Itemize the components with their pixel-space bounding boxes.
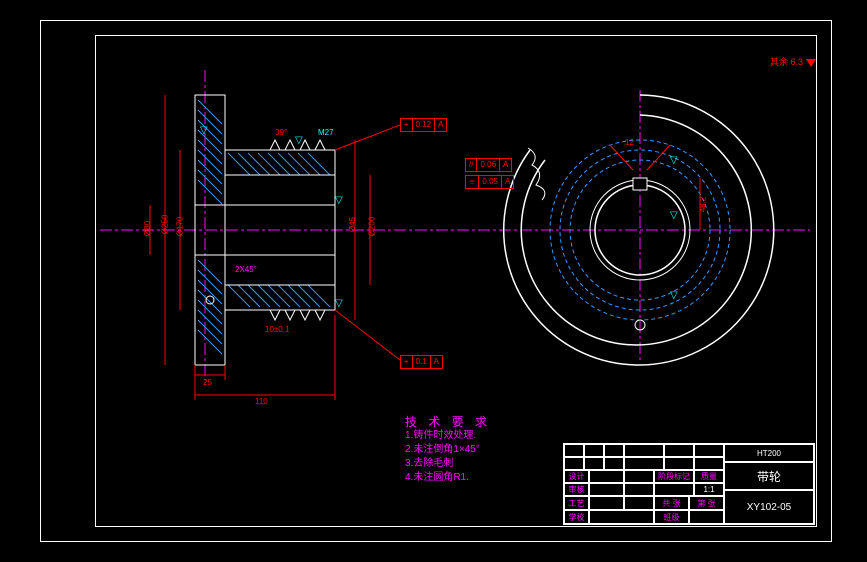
tb-material: HT200: [724, 444, 814, 462]
gdt-tol: 0.12: [413, 119, 436, 131]
tb-name: 带轮: [724, 462, 814, 490]
tb-design-label: 设计: [564, 470, 589, 483]
tech-requirements: 技 术 要 求 1.铸件时效处理. 2.未注倒角1×45° 3.去除毛刺 4.未…: [405, 415, 491, 485]
gdt-symmetry: ⌯ 0.05 A: [465, 175, 514, 189]
tb-drawing-no: XY102-05: [724, 490, 814, 524]
surface-finish-icon: ▽: [335, 298, 343, 309]
gdt-tol: 0.1: [413, 356, 431, 368]
gdt-sym: //: [466, 159, 477, 171]
tech-req-item: 4.未注圆角R1.: [405, 471, 491, 485]
dim-angle: 39°: [275, 128, 287, 137]
dim-chamfer: 2X45°: [235, 265, 257, 274]
tb-page-label: 第 张: [689, 496, 724, 510]
surface-finish-icon: ▽: [200, 125, 208, 136]
dim-d170: Ø170: [175, 217, 184, 237]
dim-key-w: 12: [625, 138, 634, 147]
gdt-tol: 0.05: [479, 176, 502, 188]
dim-pitch: 10±0.1: [265, 325, 289, 334]
gdt-runout2: ⌖ 0.1 A: [400, 355, 443, 369]
tb-mass-label: 质量: [694, 470, 724, 483]
surface-finish-icon: ▽: [670, 155, 678, 166]
tb-stage-label: 阶段标记: [654, 470, 694, 483]
gdt-datum: A: [435, 119, 446, 131]
surface-finish-icon: ▽: [670, 290, 678, 301]
dim-110: 110: [255, 397, 268, 406]
gdt-sym: ⌯: [466, 176, 479, 188]
tb-process-label: 工艺: [564, 496, 589, 510]
gdt-runout1: ⌖ 0.12 A: [400, 118, 447, 132]
title-block: HT200 带轮 设计 阶段标记 质量 审核 1:1 工艺 共 张 第 张 学校…: [563, 443, 815, 525]
cad-canvas: 其余 6.3: [0, 0, 867, 562]
dim-d80: Ø80: [143, 221, 152, 236]
gdt-tol: 0.06: [477, 159, 500, 171]
tech-req-item: 1.铸件时效处理.: [405, 429, 491, 443]
dim-25: 25: [203, 378, 212, 387]
tech-req-item: 2.未注倒角1×45°: [405, 443, 491, 457]
dim-key-h: 48.2: [698, 197, 707, 213]
dim-d200: Ø200: [367, 217, 376, 237]
tech-req-item: 3.去除毛刺: [405, 457, 491, 471]
tb-check-label: 审核: [564, 483, 589, 496]
gdt-datum: A: [500, 159, 511, 171]
gdt-datum: A: [502, 176, 513, 188]
dim-thread: M27: [318, 128, 334, 137]
tb-school-label: 学校: [564, 510, 589, 524]
dim-d45: Ø45: [348, 217, 357, 232]
gdt-parallel: // 0.06 A: [465, 158, 512, 172]
gdt-sym: ⌖: [401, 356, 413, 368]
tech-req-title: 技 术 要 求: [405, 415, 491, 429]
gdt-sym: ⌖: [401, 119, 413, 131]
dim-d250: Ø250: [160, 215, 169, 235]
surface-finish-icon: ▽: [335, 195, 343, 206]
surface-finish-icon: ▽: [295, 135, 303, 146]
tb-scale: 1:1: [694, 483, 724, 496]
surface-finish-icon: ▽: [670, 210, 678, 221]
tb-sheet-label: 共 张: [654, 496, 689, 510]
gdt-datum: A: [431, 356, 442, 368]
bolt-hole: [206, 296, 214, 304]
tb-class-label: 班级: [654, 510, 689, 524]
